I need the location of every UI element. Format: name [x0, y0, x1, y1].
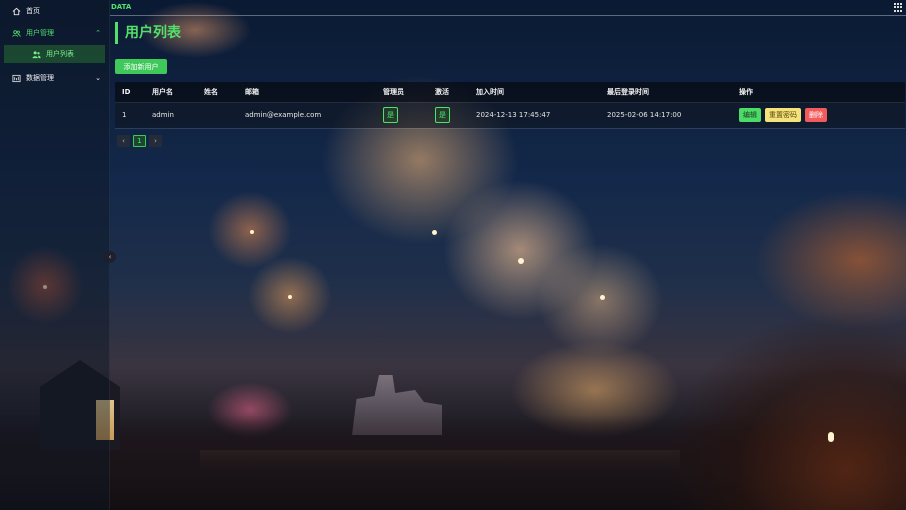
col-header-joined: 加入时间	[476, 87, 504, 96]
firework-spark	[828, 432, 834, 442]
admin-badge: 是	[383, 107, 398, 123]
col-header-admin: 管理员	[383, 87, 404, 96]
cell-joined: 2024-12-13 17:45:47	[476, 111, 551, 119]
col-header-id: ID	[122, 87, 131, 96]
user-list-icon	[32, 50, 41, 58]
apps-grid-icon[interactable]	[894, 3, 903, 12]
cell-id: 1	[122, 111, 127, 119]
edit-button[interactable]: 编辑	[739, 108, 761, 122]
next-page-button[interactable]: ›	[149, 135, 162, 147]
reset-password-button[interactable]: 重置密码	[765, 108, 801, 122]
sidebar-item-home[interactable]: 首页	[0, 0, 109, 22]
col-header-last-login: 最后登录时间	[607, 87, 649, 96]
sidebar-item-data-management[interactable]: 数据管理 ⌄	[0, 67, 109, 89]
table-header-row: ID 用户名 姓名 邮箱 管理员 激活 加入时间 最后登录时间 操作	[115, 82, 905, 102]
table-row: 1 admin admin@example.com 是 是 2024-12-13…	[115, 102, 905, 128]
brand-label: DATA	[111, 3, 132, 11]
sidebar-collapse-button[interactable]: ‹	[104, 251, 116, 263]
user-table: ID 用户名 姓名 邮箱 管理员 激活 加入时间 最后登录时间 操作 1 adm…	[115, 82, 905, 129]
cell-username: admin	[152, 111, 174, 119]
pagination: ‹ 1 ›	[117, 135, 162, 147]
cell-admin: 是	[376, 102, 428, 128]
col-header-username: 用户名	[152, 87, 173, 96]
sidebar-item-label: 用户管理	[26, 29, 54, 37]
data-icon	[12, 74, 21, 82]
firework-spark	[288, 295, 292, 299]
delete-button[interactable]: 删除	[805, 108, 827, 122]
col-header-email: 邮箱	[245, 87, 259, 96]
col-header-name: 姓名	[204, 87, 218, 96]
cell-last-login: 2025-02-06 14:17:00	[607, 111, 682, 119]
sidebar-item-label: 用户列表	[46, 50, 74, 58]
home-icon	[12, 7, 21, 15]
background-trees	[646, 270, 906, 510]
active-badge: 是	[435, 107, 450, 123]
firework-spark	[518, 258, 524, 264]
cell-name	[197, 102, 238, 128]
cell-active: 是	[428, 102, 469, 128]
sidebar: 首页 用户管理 ⌃ 用户列表 数据管理 ⌄	[0, 0, 110, 510]
firework-spark	[600, 295, 605, 300]
firework-spark	[250, 230, 254, 234]
background-castle	[352, 375, 442, 435]
users-icon	[12, 29, 21, 37]
sidebar-item-user-management[interactable]: 用户管理 ⌃	[0, 22, 109, 44]
cell-actions: 编辑 重置密码 删除	[732, 102, 905, 128]
top-header: DATA	[110, 0, 906, 16]
cell-email: admin@example.com	[245, 111, 322, 119]
firework-spark	[432, 230, 437, 235]
page-title: 用户列表	[115, 22, 181, 44]
sidebar-item-label: 数据管理	[26, 74, 54, 82]
add-user-button[interactable]: 添加新用户	[115, 59, 167, 74]
col-header-actions: 操作	[739, 87, 753, 96]
sidebar-item-user-list[interactable]: 用户列表	[4, 45, 105, 63]
sidebar-item-label: 首页	[26, 7, 40, 15]
chevron-down-icon: ⌄	[95, 74, 101, 82]
chevron-up-icon: ⌃	[95, 29, 101, 37]
page-number-button[interactable]: 1	[133, 135, 146, 147]
col-header-active: 激活	[435, 87, 449, 96]
prev-page-button[interactable]: ‹	[117, 135, 130, 147]
